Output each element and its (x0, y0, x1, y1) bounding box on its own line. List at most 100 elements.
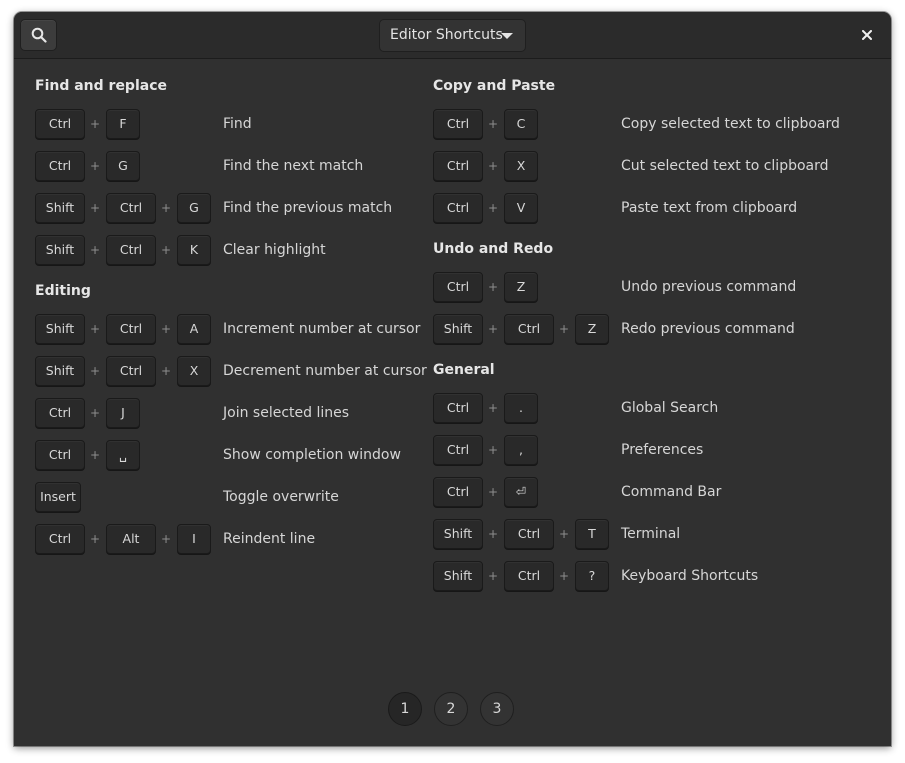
plus-separator: + (487, 569, 499, 583)
keycap: C (504, 109, 538, 139)
keycap: Z (504, 272, 538, 302)
keycap: Ctrl (433, 193, 483, 223)
search-button[interactable] (20, 19, 57, 51)
keycap: ␣ (106, 440, 140, 470)
keycap: ⏎ (504, 477, 538, 507)
plus-separator: + (89, 448, 101, 462)
section-switcher-button[interactable]: Editor Shortcuts (379, 19, 526, 52)
keycap: Ctrl (106, 314, 156, 344)
shortcut-description: Increment number at cursor (223, 321, 421, 337)
keycap: Shift (433, 561, 483, 591)
keycap: J (106, 398, 140, 428)
shortcut-description: Join selected lines (223, 405, 350, 421)
header-bar: Editor Shortcuts (14, 12, 891, 59)
keycap: K (177, 235, 211, 265)
shortcut-description: Find (223, 116, 252, 132)
shortcut-description: Show completion window (223, 447, 401, 463)
shortcut-row: Ctrl +. Global Search (433, 393, 873, 423)
plus-separator: + (558, 322, 570, 336)
shortcut-description: Keyboard Shortcuts (621, 568, 759, 584)
keycap: Insert (35, 482, 81, 512)
keycap: , (504, 435, 538, 465)
shortcut-row: Ctrl + V Paste text from clipboard (433, 193, 873, 223)
shortcut-row: Insert Toggle overwrite (35, 482, 425, 512)
keycap: Ctrl (433, 151, 483, 181)
chevron-down-icon (501, 33, 513, 39)
plus-separator: + (89, 364, 101, 378)
section-title: Editing (35, 283, 91, 299)
section-title: General (433, 362, 495, 378)
plus-separator: + (487, 322, 499, 336)
shortcut-row: Shift + Ctrl + X Decrement number at cursor (35, 356, 427, 386)
shortcut-row: Ctrl + Z Undo previous command (433, 272, 873, 302)
section-title: Undo and Redo (433, 241, 554, 257)
keycap: X (504, 151, 538, 181)
keycap: V (504, 193, 538, 223)
shortcut-row: Shift + Ctrl + K Clear highlight (35, 235, 425, 265)
keycap: Ctrl (35, 398, 85, 428)
keycap: Ctrl (106, 235, 156, 265)
keycap: G (106, 151, 140, 181)
section-title: Copy and Paste (433, 78, 556, 94)
plus-separator: + (160, 322, 172, 336)
plus-separator: + (89, 201, 101, 215)
page-button-2[interactable]: 2 (434, 692, 468, 726)
plus-separator: + (487, 401, 499, 415)
close-button[interactable] (855, 24, 879, 46)
shortcut-description: Paste text from clipboard (621, 200, 798, 216)
plus-separator: + (89, 322, 101, 336)
shortcut-description: Command Bar (621, 484, 722, 500)
keycap: Ctrl (504, 314, 554, 344)
shortcut-row: Shift + Ctrl + A Increment number at cursor (35, 314, 425, 344)
plus-separator: + (89, 406, 101, 420)
shortcut-row: Ctrl + ␣ Show completion window (35, 440, 425, 470)
section-title: Find and replace (35, 78, 167, 94)
shortcut-row: Ctrl + F Find (35, 109, 425, 139)
search-icon (31, 27, 47, 43)
page-button-3[interactable]: 3 (480, 692, 514, 726)
shortcut-description: Toggle overwrite (223, 489, 339, 505)
plus-separator: + (487, 443, 499, 457)
keycap: A (177, 314, 211, 344)
keycap: Shift (35, 193, 85, 223)
keycap: Alt (106, 524, 156, 554)
shortcut-row: Ctrl + J Join selected lines (35, 398, 425, 428)
plus-separator: + (89, 532, 101, 546)
keycap: Ctrl (433, 272, 483, 302)
plus-separator: + (487, 527, 499, 541)
close-icon (862, 30, 872, 40)
shortcut-description: Clear highlight (223, 242, 326, 258)
shortcut-description: Global Search (621, 400, 719, 416)
keycap: Ctrl (35, 151, 85, 181)
keycap: Shift (35, 235, 85, 265)
keycap: Shift (35, 356, 85, 386)
shortcut-row: Shift + Ctrl + T Terminal (433, 519, 873, 549)
shortcut-row: Ctrl + G Find the next match (35, 151, 425, 181)
keycap: G (177, 193, 211, 223)
shortcut-description: Find the next match (223, 158, 364, 174)
plus-separator: + (487, 485, 499, 499)
keycap: Shift (433, 314, 483, 344)
shortcut-description: Preferences (621, 442, 704, 458)
window-title: Editor Shortcuts (390, 27, 503, 43)
plus-separator: + (89, 243, 101, 257)
shortcut-row: Shift + Ctrl +? Keyboard Shortcuts (433, 561, 873, 591)
keycap: X (177, 356, 211, 386)
plus-separator: + (487, 280, 499, 294)
shortcut-description: Reindent line (223, 531, 316, 547)
keycap: F (106, 109, 140, 139)
shortcut-description: Decrement number at cursor (223, 363, 427, 379)
shortcut-row: Ctrl + X Cut selected text to clipboard (433, 151, 873, 181)
shortcut-row: Shift + Ctrl + Z Redo previous command (433, 314, 873, 344)
page-button-1[interactable]: 1 (388, 692, 422, 726)
keycap: Ctrl (106, 193, 156, 223)
shortcut-description: Undo previous command (621, 279, 797, 295)
plus-separator: + (160, 532, 172, 546)
shortcut-row: Ctrl + Alt + I Reindent line (35, 524, 425, 554)
shortcut-row: Shift + Ctrl + G Find the previous match (35, 193, 425, 223)
shortcut-row: Ctrl + C Copy selected text to clipboard (433, 109, 873, 139)
plus-separator: + (487, 159, 499, 173)
shortcut-description: Find the previous match (223, 200, 393, 216)
keycap: Ctrl (35, 524, 85, 554)
keycap: Ctrl (433, 435, 483, 465)
